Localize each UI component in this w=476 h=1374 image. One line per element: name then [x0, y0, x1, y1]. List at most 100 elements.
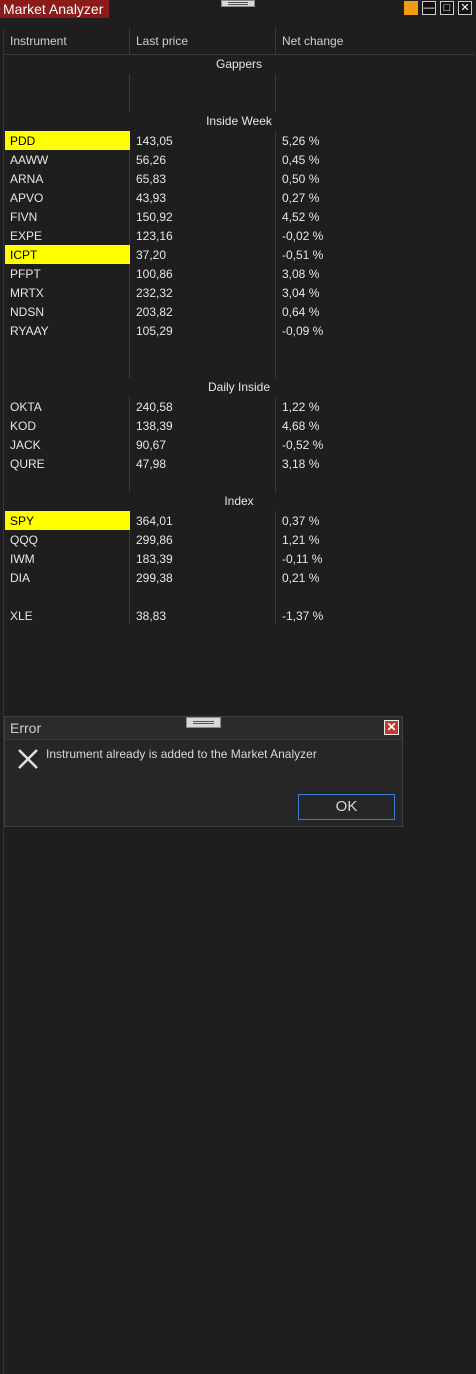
net-change-cell: 1,21 % [282, 533, 320, 547]
close-window-button[interactable]: ✕ [458, 1, 472, 15]
net-change-cell: 1,22 % [282, 400, 320, 414]
instrument-cell: RYAAY [10, 324, 49, 338]
table-row[interactable]: DIA 299,38 0,21 % [4, 568, 474, 587]
table-row[interactable]: RYAAY 105,29 -0,09 % [4, 321, 474, 340]
net-change-cell: -1,37 % [282, 609, 324, 623]
instrument-cell: IWM [10, 552, 35, 566]
last-price-cell: 37,20 [136, 248, 167, 262]
table-row[interactable]: ARNA 65,83 0,50 % [4, 169, 474, 188]
dialog-title: Error [10, 720, 42, 736]
maximize-button[interactable]: □ [440, 1, 454, 15]
instrument-cell: PFPT [10, 267, 41, 281]
group-header-inside-week: Inside Week [4, 112, 474, 131]
instrument-cell: ICPT [10, 248, 38, 262]
last-price-cell: 203,82 [136, 305, 173, 319]
table-row[interactable]: PFPT 100,86 3,08 % [4, 264, 474, 283]
table-row[interactable]: JACK 90,67 -0,52 % [4, 435, 474, 454]
last-price-cell: 150,92 [136, 210, 173, 224]
column-header-last-price[interactable]: Last price [136, 34, 188, 48]
group-header-daily-inside: Daily Inside [4, 378, 474, 397]
instrument-cell: FIVN [10, 210, 38, 224]
instrument-cell: DIA [10, 571, 31, 585]
table-row[interactable]: KOD 138,39 4,68 % [4, 416, 474, 435]
market-analyzer-grid[interactable]: Instrument Last price Net change Gappers… [3, 28, 474, 1374]
last-price-cell: 105,29 [136, 324, 173, 338]
window-titlebar[interactable]: Market Analyzer — □ ✕ [0, 0, 476, 18]
error-dialog: Error ✕ Instrument already is added to t… [4, 716, 403, 827]
net-change-cell: 4,68 % [282, 419, 320, 433]
last-price-cell: 240,58 [136, 400, 173, 414]
net-change-cell: -0,09 % [282, 324, 324, 338]
net-change-cell: 5,26 % [282, 134, 320, 148]
last-price-cell: 65,83 [136, 172, 167, 186]
table-row[interactable]: QQQ 299,86 1,21 % [4, 530, 474, 549]
last-price-cell: 38,83 [136, 609, 167, 623]
net-change-cell: -0,52 % [282, 438, 324, 452]
dialog-drag-grip[interactable] [186, 717, 221, 728]
net-change-cell: 3,04 % [282, 286, 320, 300]
last-price-cell: 123,16 [136, 229, 173, 243]
last-price-cell: 232,32 [136, 286, 173, 300]
table-row[interactable]: SPY 364,01 0,37 % [4, 511, 474, 530]
table-row[interactable]: ICPT 37,20 -0,51 % [4, 245, 474, 264]
table-row[interactable]: IWM 183,39 -0,11 % [4, 549, 474, 568]
net-change-cell: 0,45 % [282, 153, 320, 167]
drag-grip-handle[interactable] [221, 0, 255, 7]
net-change-cell: 0,64 % [282, 305, 320, 319]
error-x-icon [18, 749, 38, 769]
net-change-cell: -0,11 % [282, 552, 323, 566]
last-price-cell: 100,86 [136, 267, 173, 281]
net-change-cell: 3,18 % [282, 457, 320, 471]
instrument-cell: JACK [10, 438, 41, 452]
table-row[interactable]: APVO 43,93 0,27 % [4, 188, 474, 207]
last-price-cell: 299,86 [136, 533, 173, 547]
table-row[interactable]: FIVN 150,92 4,52 % [4, 207, 474, 226]
last-price-cell: 143,05 [136, 134, 173, 148]
net-change-cell: -0,02 % [282, 229, 324, 243]
dialog-message: Instrument already is added to the Marke… [46, 747, 317, 761]
net-change-cell: 4,52 % [282, 210, 320, 224]
dialog-close-button[interactable]: ✕ [384, 720, 399, 735]
instrument-cell: ARNA [10, 172, 44, 186]
instrument-cell: MRTX [10, 286, 44, 300]
table-row[interactable]: QURE 47,98 3,18 % [4, 454, 474, 473]
table-row[interactable]: NDSN 203,82 0,64 % [4, 302, 474, 321]
last-price-cell: 138,39 [136, 419, 173, 433]
instrument-cell: APVO [10, 191, 44, 205]
column-header-row: Instrument Last price Net change [4, 28, 474, 55]
last-price-cell: 183,39 [136, 552, 173, 566]
table-row[interactable]: OKTA 240,58 1,22 % [4, 397, 474, 416]
table-row[interactable]: MRTX 232,32 3,04 % [4, 283, 474, 302]
instrument-cell: QQQ [10, 533, 39, 547]
minimize-button[interactable]: — [422, 1, 436, 15]
instrument-cell: OKTA [10, 400, 42, 414]
instrument-cell: SPY [10, 514, 35, 528]
column-header-net-change[interactable]: Net change [282, 34, 343, 48]
table-row[interactable]: XLE 38,83 -1,37 % [4, 606, 474, 625]
instrument-cell: XLE [10, 609, 33, 623]
last-price-cell: 299,38 [136, 571, 173, 585]
window-title-tab[interactable]: Market Analyzer [0, 0, 110, 18]
net-change-cell: 0,50 % [282, 172, 320, 186]
net-change-cell: 0,27 % [282, 191, 320, 205]
last-price-cell: 90,67 [136, 438, 167, 452]
net-change-cell: 0,21 % [282, 571, 320, 585]
last-price-cell: 43,93 [136, 191, 167, 205]
instrument-cell: EXPE [10, 229, 43, 243]
dialog-titlebar[interactable]: Error ✕ [5, 717, 402, 740]
instrument-cell: NDSN [10, 305, 45, 319]
table-row[interactable]: EXPE 123,16 -0,02 % [4, 226, 474, 245]
net-change-cell: -0,51 % [282, 248, 324, 262]
table-row[interactable]: PDD 143,05 5,26 % [4, 131, 474, 150]
instrument-cell: KOD [10, 419, 37, 433]
last-price-cell: 47,98 [136, 457, 167, 471]
table-row[interactable]: AAWW 56,26 0,45 % [4, 150, 474, 169]
instrument-cell: AAWW [10, 153, 49, 167]
link-color-button[interactable] [404, 1, 418, 15]
last-price-cell: 364,01 [136, 514, 173, 528]
column-header-instrument[interactable]: Instrument [10, 34, 67, 48]
net-change-cell: 0,37 % [282, 514, 320, 528]
ok-button[interactable]: OK [298, 794, 395, 820]
group-header-index: Index [4, 492, 474, 511]
last-price-cell: 56,26 [136, 153, 167, 167]
